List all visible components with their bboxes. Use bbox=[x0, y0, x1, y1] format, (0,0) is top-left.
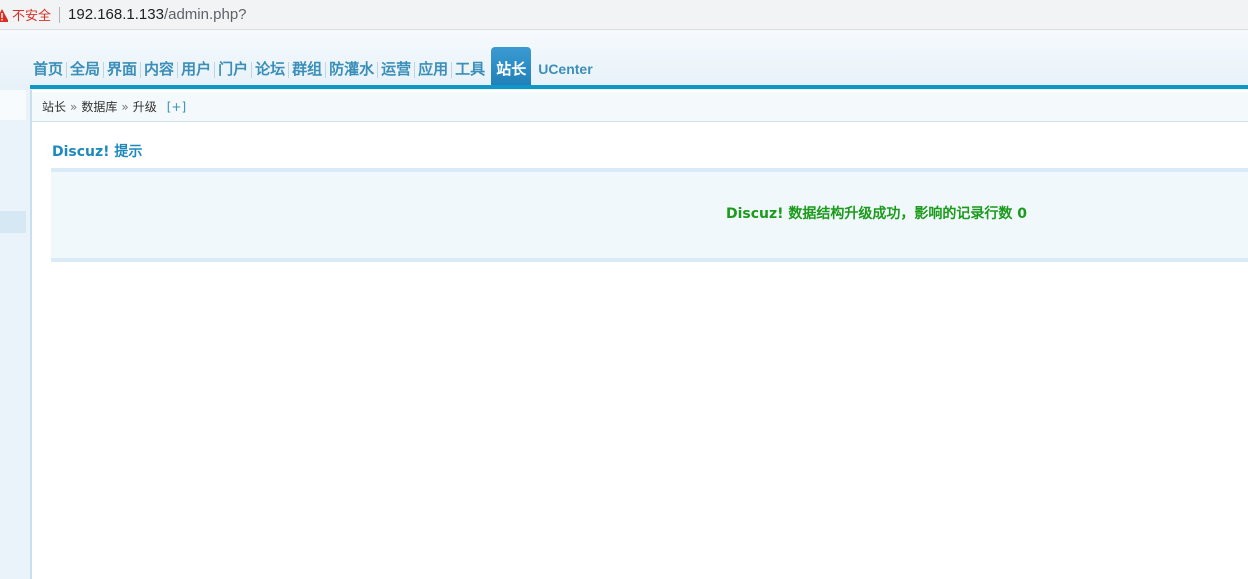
nav-item-home[interactable]: 首页 bbox=[30, 47, 66, 87]
nav-item-ucenter[interactable]: UCenter bbox=[535, 47, 595, 87]
nav-item-webmaster[interactable]: 站长 bbox=[491, 47, 532, 87]
address-divider bbox=[59, 6, 61, 23]
breadcrumb-separator: » bbox=[121, 99, 129, 114]
main-nav: 首页 全局 界面 内容 用户 门户 论坛 群组 防灌水 运营 应用 工具 站长 … bbox=[30, 47, 596, 87]
left-sidebar bbox=[0, 90, 32, 579]
nav-baseline bbox=[30, 85, 1248, 89]
nav-item-content[interactable]: 内容 bbox=[141, 47, 177, 87]
nav-item-antispam[interactable]: 防灌水 bbox=[326, 47, 377, 87]
sidebar-selected-item[interactable] bbox=[0, 211, 26, 233]
url-host[interactable]: 192.168.1.133 bbox=[68, 6, 164, 23]
success-message: Discuz! 数据结构升级成功，影响的记录行数 0 bbox=[726, 206, 1028, 222]
sidebar-block bbox=[0, 90, 26, 120]
nav-item-interface[interactable]: 界面 bbox=[104, 47, 140, 87]
not-secure-label[interactable]: 不安全 bbox=[12, 5, 51, 24]
nav-item-operations[interactable]: 运营 bbox=[378, 47, 414, 87]
breadcrumb-expand-button[interactable]: [+] bbox=[167, 100, 186, 114]
breadcrumb-item-database[interactable]: 数据库 bbox=[81, 98, 117, 115]
breadcrumb: 站长 » 数据库 » 升级 [+] bbox=[32, 92, 1248, 122]
warning-icon bbox=[0, 8, 8, 22]
admin-header: 首页 全局 界面 内容 用户 门户 论坛 群组 防灌水 运营 应用 工具 站长 … bbox=[0, 30, 1248, 90]
nav-item-portal[interactable]: 门户 bbox=[215, 47, 251, 87]
nav-item-apps[interactable]: 应用 bbox=[415, 47, 451, 87]
nav-item-users[interactable]: 用户 bbox=[178, 47, 214, 87]
page-title: Discuz! 提示 bbox=[52, 144, 143, 160]
browser-address-bar[interactable]: 不安全 192.168.1.133/admin.php? bbox=[0, 0, 1248, 30]
breadcrumb-item-webmaster[interactable]: 站长 bbox=[42, 98, 66, 115]
nav-item-global[interactable]: 全局 bbox=[67, 47, 103, 87]
breadcrumb-item-upgrade: 升级 bbox=[132, 100, 157, 114]
url-path[interactable]: /admin.php? bbox=[164, 6, 247, 23]
message-box: Discuz! 数据结构升级成功，影响的记录行数 0 bbox=[51, 168, 1248, 262]
nav-item-forum[interactable]: 论坛 bbox=[252, 47, 288, 87]
breadcrumb-separator: » bbox=[70, 99, 78, 114]
nav-item-groups[interactable]: 群组 bbox=[289, 47, 325, 87]
nav-item-tools[interactable]: 工具 bbox=[452, 47, 488, 87]
